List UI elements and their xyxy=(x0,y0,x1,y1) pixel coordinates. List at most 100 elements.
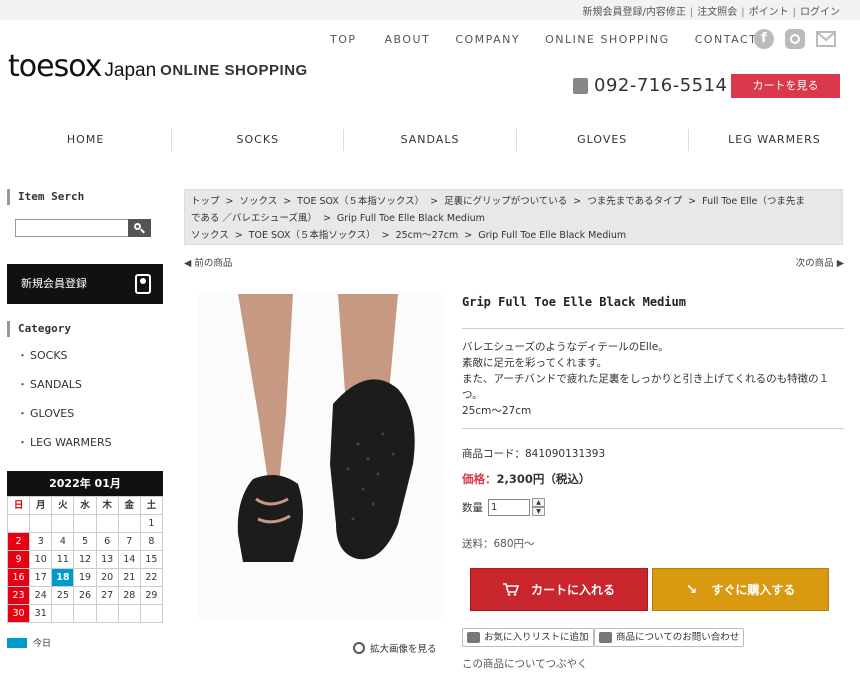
add-to-cart-button[interactable]: カートに入れる xyxy=(470,568,648,611)
product-title: Grip Full Toe Elle Black Medium xyxy=(462,295,686,309)
calendar-day: 8 xyxy=(140,533,163,551)
buy-now-button[interactable]: ↘ すぐに購入する xyxy=(652,568,829,611)
product-image[interactable] xyxy=(198,294,444,618)
tweet-link[interactable]: この商品についてつぶやく xyxy=(462,656,587,671)
search-icon[interactable] xyxy=(128,219,151,237)
price-label: 価格： xyxy=(462,472,497,486)
calendar-day xyxy=(52,605,75,623)
category-heading: Category xyxy=(7,321,71,337)
crumb-toe-sox-2[interactable]: TOE SOX（５本指ソックス） xyxy=(249,230,376,241)
search-heading: Item Serch xyxy=(7,189,163,205)
calendar-day: 16 xyxy=(8,569,31,587)
nav-about[interactable]: ABOUT xyxy=(385,33,431,46)
calendar-day xyxy=(30,515,53,533)
zoom-image-link[interactable]: 拡大画像を見る xyxy=(353,641,437,655)
calendar-day: 25 xyxy=(52,587,75,605)
category-socks[interactable]: SOCKS xyxy=(7,348,163,377)
magnifier-icon xyxy=(353,642,365,654)
price-value: 2,300円（税込） xyxy=(496,472,591,486)
crumb-toe-sox[interactable]: TOE SOX（５本指ソックス） xyxy=(297,196,424,207)
view-cart-button[interactable]: カートを見る xyxy=(731,74,840,98)
calendar-grid: 日月火水木金土 1 2 3 4 5 6 7 8 9 10 11 12 13 14 15 16 17 18 19 20 21… xyxy=(7,496,163,623)
calendar-day: 14 xyxy=(118,551,141,569)
crumb-full-toe-elle-cont[interactable]: である ／バレエシューズ風） xyxy=(191,213,317,224)
zoom-label: 拡大画像を見る xyxy=(370,644,437,655)
mail-icon[interactable] xyxy=(816,29,836,49)
shipping-fee: 送料：680円〜 xyxy=(462,538,535,550)
register-edit-link[interactable]: 新規会員登録/内容修正 xyxy=(583,7,686,18)
order-inquiry-link[interactable]: 注文照会 xyxy=(697,7,737,18)
nav-online-shopping[interactable]: ONLINE SHOPPING xyxy=(545,33,670,46)
crumb-size[interactable]: 25cm〜27cm xyxy=(396,230,459,241)
crumb-current-product: Grip Full Toe Elle Black Medium xyxy=(336,213,485,224)
register-label: 新規会員登録 xyxy=(21,277,87,290)
calendar-weekday: 月 xyxy=(30,497,53,515)
social-links: f xyxy=(754,29,836,49)
category-gloves[interactable]: GLOVES xyxy=(7,406,163,435)
calendar-day: 10 xyxy=(30,551,53,569)
crumb-socks-2[interactable]: ソックス xyxy=(191,230,229,241)
quantity-stepper[interactable]: ▲ ▼ xyxy=(532,498,545,516)
category-leg-warmers[interactable]: LEG WARMERS xyxy=(7,435,163,464)
catnav-gloves[interactable]: GLOVES xyxy=(517,129,689,151)
breadcrumb-line-3: ソックス > TOE SOX（５本指ソックス） >25cm〜27cm > Grip Ful… xyxy=(191,230,627,241)
qty-down-icon[interactable]: ▼ xyxy=(532,507,545,516)
calendar-day xyxy=(96,515,119,533)
calendar-day: 31 xyxy=(30,605,53,623)
product-inquiry-button[interactable]: 商品についてのお問い合わせ xyxy=(594,628,745,647)
catnav-socks[interactable]: SOCKS xyxy=(172,129,345,151)
desc-line-3: また、アーチバンドで疲れた足裏をしっかりと引き上げてくれるのも特徴の１つ。 xyxy=(462,373,830,401)
search-input[interactable] xyxy=(15,219,128,237)
points-link[interactable]: ポイント xyxy=(749,7,789,18)
quantity-row: 数量 1 ▲ ▼ xyxy=(462,498,545,516)
product-price: 価格：2,300円（税込） xyxy=(462,471,590,487)
calendar-day xyxy=(140,605,163,623)
crumb-top[interactable]: トップ xyxy=(191,196,220,207)
breadcrumb-line-1: トップ > ソックス > TOE SOX（５本指ソックス） > 足裏にグリップがついている >… xyxy=(191,196,805,207)
instagram-icon[interactable] xyxy=(785,29,805,49)
desc-line-2: 素敵に足元を彩ってくれます。 xyxy=(462,357,608,369)
calendar-title: 2022年 01月 xyxy=(7,471,163,496)
calendar-day: 13 xyxy=(96,551,119,569)
add-favorite-button[interactable]: お気に入りリストに追加 xyxy=(462,628,594,647)
crumb-full-toe[interactable]: つま先まであるタイプ xyxy=(587,196,682,207)
facebook-icon[interactable]: f xyxy=(754,29,774,49)
site-logo[interactable]: toesox Japan ONLINE SHOPPING xyxy=(8,52,308,82)
calendar-day: 30 xyxy=(8,605,31,623)
calendar-day: 17 xyxy=(30,569,53,587)
calendar-day: 2 xyxy=(8,533,31,551)
prev-product-link[interactable]: ◀ 前の商品 xyxy=(184,255,232,269)
category-list: SOCKS SANDALS GLOVES LEG WARMERS xyxy=(7,348,163,464)
catnav-leg-warmers[interactable]: LEG WARMERS xyxy=(689,129,860,151)
crumb-grip[interactable]: 足裏にグリップがついている xyxy=(444,196,567,207)
next-product-link[interactable]: 次の商品 ▶ xyxy=(796,255,844,269)
calendar-day: 19 xyxy=(74,569,97,587)
sidebar: Item Serch 新規会員登録 Category SOCKS SANDALS… xyxy=(7,189,163,449)
login-link[interactable]: ログイン xyxy=(800,7,840,18)
calendar-day: 3 xyxy=(30,533,53,551)
register-button[interactable]: 新規会員登録 xyxy=(7,264,163,304)
quantity-input[interactable]: 1 xyxy=(488,498,530,516)
heart-icon xyxy=(467,632,480,643)
category-sandals[interactable]: SANDALS xyxy=(7,377,163,406)
calendar-day xyxy=(74,515,97,533)
calendar-weekday: 金 xyxy=(118,497,141,515)
crumb-socks[interactable]: ソックス xyxy=(239,196,277,207)
calendar-day: 12 xyxy=(74,551,97,569)
crumb-full-toe-elle[interactable]: Full Toe Elle（つま先ま xyxy=(702,196,805,207)
calendar-day xyxy=(96,605,119,623)
catnav-sandals[interactable]: SANDALS xyxy=(344,129,517,151)
logo-online-shopping: ONLINE SHOPPING xyxy=(160,62,308,79)
nav-company[interactable]: COMPANY xyxy=(455,33,520,46)
calendar-legend: 今日 xyxy=(7,636,51,649)
calendar-weekday: 日 xyxy=(8,497,31,515)
qty-up-icon[interactable]: ▲ xyxy=(532,498,545,507)
calendar-weekday: 木 xyxy=(96,497,119,515)
nav-top[interactable]: TOP xyxy=(330,33,357,46)
nav-contact[interactable]: CONTACT xyxy=(695,33,758,46)
catnav-home[interactable]: HOME xyxy=(0,129,173,151)
logo-japan: Japan xyxy=(104,60,157,81)
logo-brand: toesox xyxy=(8,49,102,84)
add-to-cart-label: カートに入れる xyxy=(530,583,615,597)
calendar-day: 22 xyxy=(140,569,163,587)
